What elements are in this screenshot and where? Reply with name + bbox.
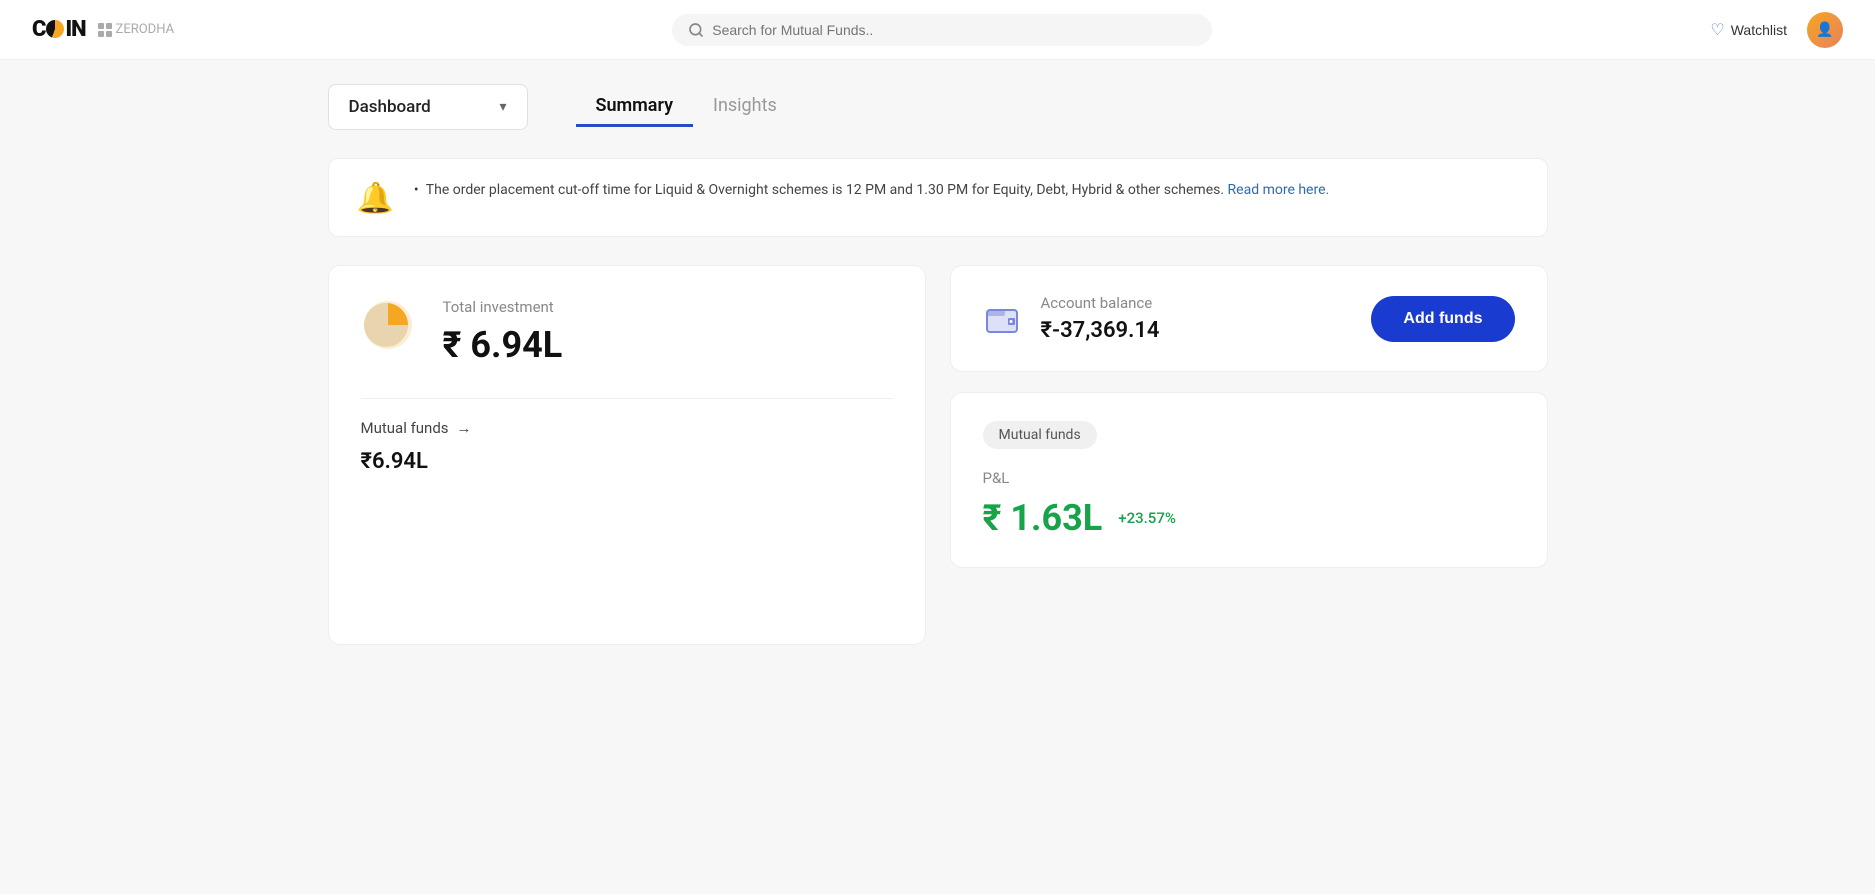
- notification-banner: 🔔 • The order placement cut-off time for…: [328, 158, 1548, 237]
- notification-text: • The order placement cut-off time for L…: [414, 179, 1329, 201]
- main-content: Dashboard ▾ Summary Insights 🔔 • The ord…: [288, 60, 1588, 669]
- zerodha-text: ZERODHA: [116, 22, 175, 37]
- chevron-down-icon: ▾: [499, 99, 506, 115]
- add-funds-label: Add funds: [1403, 310, 1482, 327]
- navbar-left: C IN ZERODHA: [32, 17, 174, 42]
- total-investment-value: ₹ 6.94L: [443, 324, 563, 366]
- logo-o-circle: [46, 20, 64, 38]
- mutual-funds-link[interactable]: Mutual funds →: [361, 419, 893, 437]
- mutual-funds-link-label: Mutual funds: [361, 419, 449, 437]
- tab-insights[interactable]: Insights: [693, 87, 797, 127]
- tabs: Summary Insights: [576, 87, 797, 127]
- avatar[interactable]: 👤: [1807, 12, 1843, 48]
- read-more-text: Read more here.: [1228, 182, 1330, 198]
- add-funds-button[interactable]: Add funds: [1371, 296, 1514, 342]
- pie-chart-icon: [361, 298, 415, 352]
- card-top: Total investment ₹ 6.94L: [361, 298, 893, 366]
- total-investment-label: Total investment: [443, 298, 563, 316]
- tabs-container: Summary Insights: [576, 87, 797, 127]
- dashboard-dropdown-label: Dashboard: [349, 97, 431, 117]
- navbar-right: ♡ Watchlist 👤: [1710, 12, 1843, 48]
- coin-logo[interactable]: C IN: [32, 17, 86, 42]
- pnl-value: ₹ 1.63L: [983, 497, 1103, 539]
- investment-card: Total investment ₹ 6.94L Mutual funds → …: [328, 265, 926, 645]
- pnl-label: P&L: [983, 469, 1515, 487]
- tab-summary[interactable]: Summary: [576, 87, 694, 127]
- bell-icon: 🔔: [357, 181, 394, 216]
- search-bar: [672, 14, 1212, 46]
- card-divider: [361, 398, 893, 399]
- arrow-right-icon: →: [457, 419, 472, 437]
- zerodha-label: ZERODHA: [98, 22, 175, 37]
- avatar-initials: 👤: [1816, 22, 1833, 38]
- account-balance-label: Account balance: [1041, 294, 1160, 312]
- right-column: Account balance ₹-37,369.14 Add funds Mu…: [950, 265, 1548, 645]
- watchlist-button[interactable]: ♡ Watchlist: [1710, 20, 1787, 40]
- notification-body: The order placement cut-off time for Liq…: [426, 182, 1224, 198]
- search-input[interactable]: [712, 22, 1196, 38]
- navbar: C IN ZERODHA ♡ Watchlist 👤: [0, 0, 1875, 60]
- watchlist-label: Watchlist: [1731, 22, 1787, 38]
- mutual-funds-value: ₹6.94L: [361, 449, 893, 474]
- account-balance-card: Account balance ₹-37,369.14 Add funds: [950, 265, 1548, 372]
- cards-row: Total investment ₹ 6.94L Mutual funds → …: [328, 265, 1548, 645]
- grid-icon: [98, 23, 112, 37]
- logo-text-c: C: [32, 17, 45, 42]
- pnl-value-row: ₹ 1.63L +23.57%: [983, 497, 1515, 539]
- read-more-link[interactable]: Read more here.: [1228, 182, 1330, 198]
- logo-text-in: IN: [65, 17, 85, 42]
- balance-details: Account balance ₹-37,369.14: [1041, 294, 1160, 343]
- search-icon: [688, 22, 704, 38]
- dashboard-dropdown[interactable]: Dashboard ▾: [328, 84, 528, 130]
- account-balance-value: ₹-37,369.14: [1041, 318, 1160, 343]
- wallet-icon: [983, 300, 1021, 338]
- investment-info: Total investment ₹ 6.94L: [443, 298, 563, 366]
- heart-icon: ♡: [1710, 20, 1724, 40]
- bullet-dot: •: [414, 182, 419, 198]
- page-header: Dashboard ▾ Summary Insights: [328, 84, 1548, 130]
- mutual-funds-tag: Mutual funds: [983, 421, 1097, 449]
- pnl-percent: +23.57%: [1118, 509, 1176, 527]
- balance-info: Account balance ₹-37,369.14: [983, 294, 1160, 343]
- mutual-funds-pnl-card: Mutual funds P&L ₹ 1.63L +23.57%: [950, 392, 1548, 568]
